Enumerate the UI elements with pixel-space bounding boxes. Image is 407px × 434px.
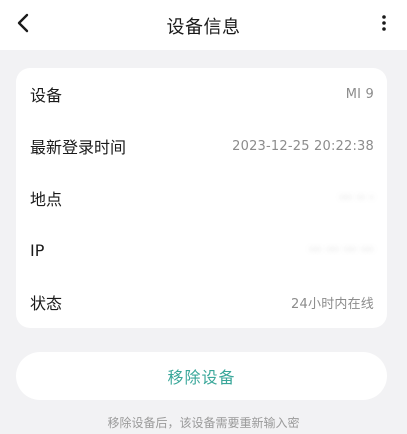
ip-label: IP	[30, 240, 45, 260]
top-bar: 设备信息	[0, 0, 407, 50]
status-row: 状态 24小时内在线	[16, 276, 387, 328]
remove-hint-text: 移除设备后，该设备需要重新输入密	[107, 416, 300, 430]
status-value: 24小时内在线	[291, 296, 374, 312]
location-value: ··· ·· ·	[339, 190, 374, 206]
location-row: 地点 ··· ·· ·	[16, 172, 387, 224]
ip-value: ··· ··· ··· ···	[309, 242, 374, 258]
page-title: 设备信息	[166, 17, 241, 38]
location-label: 地点	[30, 190, 63, 209]
last-login-value: 2023-12-25 20:22:38	[232, 138, 374, 154]
device-info-card: 设备 MI 9 最新登录时间 2023-12-25 20:22:38 地点 ··…	[16, 68, 387, 328]
device-row: 设备 MI 9	[16, 68, 387, 120]
status-label: 状态	[30, 294, 63, 313]
device-label: 设备	[30, 86, 63, 105]
last-login-label: 最新登录时间	[30, 138, 127, 157]
more-vertical-icon	[381, 14, 387, 36]
ip-row: IP ··· ··· ··· ···	[16, 224, 387, 276]
remove-device-button[interactable]: 移除设备	[16, 352, 387, 400]
device-value: MI 9	[345, 86, 374, 102]
last-login-row: 最新登录时间 2023-12-25 20:22:38	[16, 120, 387, 172]
more-options-button[interactable]	[375, 13, 393, 37]
